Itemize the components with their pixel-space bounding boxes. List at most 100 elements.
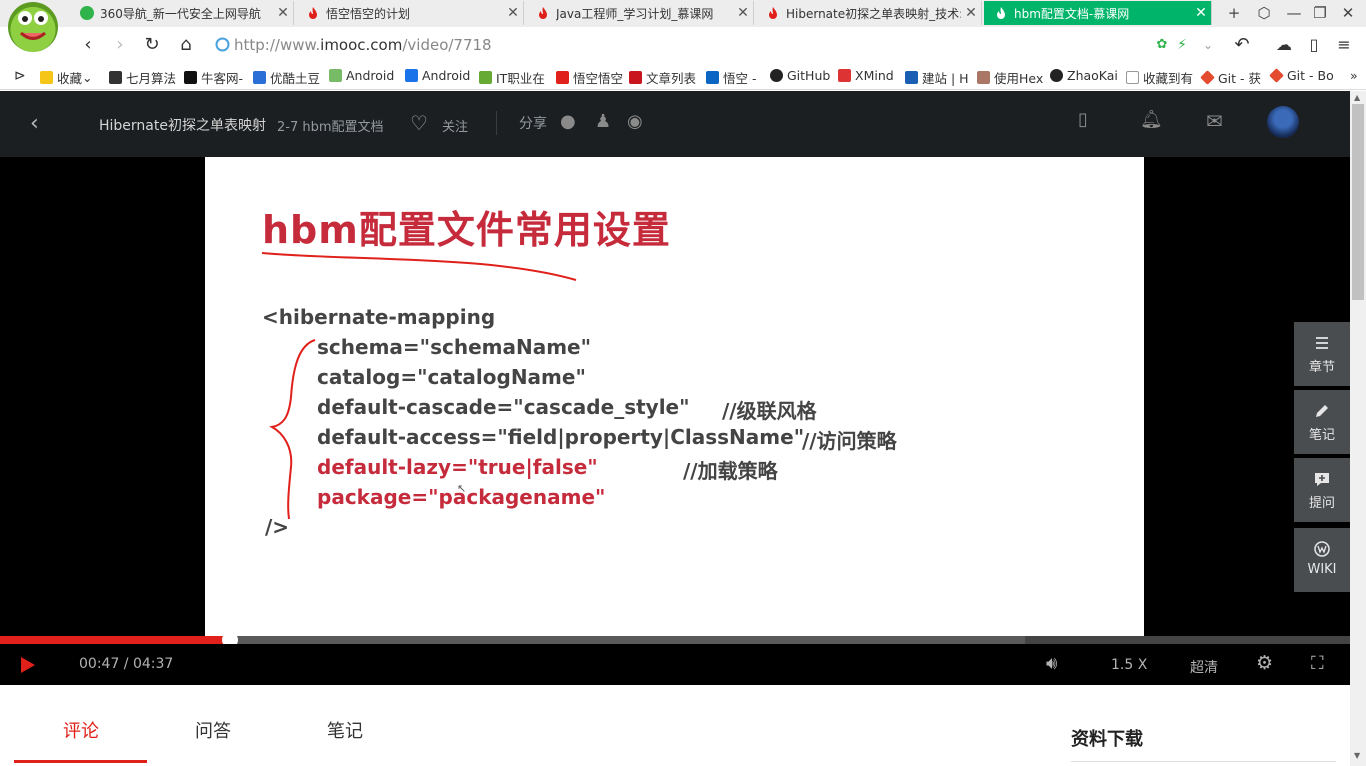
- video-player[interactable]: hbm配置文件常用设置 <hibernate-mapping schema="s…: [0, 157, 1350, 685]
- dropdown-icon[interactable]: ⌄: [1196, 33, 1220, 57]
- undo-icon[interactable]: ↶: [1230, 33, 1254, 57]
- scroll-up-icon[interactable]: ▲: [1354, 93, 1360, 102]
- tab-notes[interactable]: 笔记: [327, 717, 363, 743]
- home-icon[interactable]: ⌂: [174, 33, 198, 57]
- close-icon[interactable]: ✕: [273, 5, 293, 21]
- quality-control[interactable]: 超清: [1190, 657, 1218, 677]
- time-display: 00:47 / 04:37: [79, 656, 174, 672]
- rail-chapters[interactable]: 章节: [1294, 322, 1350, 386]
- browser-tab[interactable]: Java工程师_学习计划_慕课网 ✕: [526, 1, 754, 25]
- bell-icon[interactable]: 🔔︎: [1140, 109, 1163, 130]
- reload-icon[interactable]: ↻: [140, 33, 164, 57]
- rail-notes[interactable]: 笔记: [1294, 390, 1350, 454]
- browser-tab[interactable]: 360导航_新一代安全上网导航 ✕: [70, 1, 294, 25]
- close-icon[interactable]: ✕: [503, 5, 523, 21]
- slide-title: hbm配置文件常用设置: [262, 208, 671, 252]
- course-title[interactable]: Hibernate初探之单表映射: [99, 115, 266, 135]
- scroll-down-icon[interactable]: ▼: [1354, 751, 1360, 760]
- rail-label: 笔记: [1308, 428, 1335, 443]
- avatar[interactable]: [1267, 106, 1299, 138]
- heart-icon[interactable]: ♡: [410, 111, 428, 135]
- bracket-annotation: [269, 339, 316, 520]
- back-arrow-icon[interactable]: ‹: [30, 111, 39, 136]
- nowcoder-icon: [184, 71, 197, 84]
- fullscreen-icon[interactable]: ⛶: [1311, 653, 1324, 674]
- lesson-title: 2-7 hbm配置文档: [277, 120, 384, 135]
- close-icon[interactable]: ✕: [961, 5, 981, 21]
- browser-tab-active[interactable]: hbm配置文档-慕课网 ✕: [984, 1, 1212, 25]
- bookmark-item[interactable]: 使用Hex: [977, 68, 1043, 87]
- follow-label[interactable]: 关注: [442, 116, 468, 135]
- bookmark-item[interactable]: 七月算法: [109, 68, 176, 87]
- tab-title: 360导航_新一代安全上网导航: [100, 6, 261, 21]
- close-icon[interactable]: ✕: [1191, 5, 1211, 21]
- tab-qa[interactable]: 问答: [195, 717, 231, 743]
- bookmarks-toggle-icon[interactable]: ⊳: [14, 68, 26, 84]
- bookmark-item[interactable]: Android: [405, 68, 470, 83]
- wechat-icon[interactable]: ●: [560, 111, 576, 132]
- tablet-icon[interactable]: ▯: [1302, 33, 1326, 57]
- menu-icon[interactable]: ≡: [1332, 33, 1356, 57]
- bookmark-item[interactable]: 文章列表: [629, 68, 696, 87]
- bookmark-item[interactable]: XMind: [838, 68, 894, 83]
- csdn-icon: [629, 71, 642, 84]
- window-close-icon[interactable]: ✕: [1334, 3, 1362, 23]
- bookmark-item[interactable]: 牛客网-: [184, 68, 243, 87]
- mail-icon[interactable]: ✉: [1206, 109, 1223, 133]
- volume-icon[interactable]: 🔊︎: [1046, 653, 1057, 674]
- bookmark-item[interactable]: Git - 获: [1200, 68, 1261, 87]
- star-icon: [40, 71, 53, 84]
- browser-tab[interactable]: 悟空悟空的计划 ✕: [296, 1, 524, 25]
- bookmark-item[interactable]: ZhaoKai: [1050, 68, 1118, 83]
- more-bookmarks-icon[interactable]: »: [1350, 68, 1358, 83]
- back-icon[interactable]: ‹: [76, 33, 100, 57]
- tab-title: hbm配置文档-慕课网: [1014, 6, 1130, 21]
- new-tab-icon[interactable]: +: [1220, 3, 1248, 23]
- code-line: />: [265, 515, 290, 539]
- bookmarks-bar: ⊳ 收藏 ⌄ 七月算法 牛客网- 优酷土豆 Android Android IT职…: [0, 63, 1366, 90]
- android-icon: [329, 69, 342, 82]
- url-input[interactable]: http://www.imooc.com/video/7718: [212, 34, 1222, 56]
- bookmark-item[interactable]: 建站 | H: [905, 68, 969, 87]
- browser-logo[interactable]: [8, 2, 58, 52]
- bookmark-item[interactable]: IT职业在: [479, 68, 545, 87]
- forward-icon[interactable]: ›: [108, 33, 132, 57]
- browser-tab[interactable]: Hibernate初探之单表映射_技术: ✕: [756, 1, 982, 25]
- restore-tab-icon[interactable]: ⬡: [1250, 3, 1278, 23]
- code-line: default-lazy="true|false": [317, 455, 598, 479]
- speed-control[interactable]: 1.5 X: [1111, 657, 1147, 673]
- bookmark-item[interactable]: 悟空 -: [706, 68, 756, 87]
- rail-questions[interactable]: 提问: [1294, 458, 1350, 522]
- github-icon: [770, 69, 783, 82]
- maximize-icon[interactable]: ❐: [1306, 3, 1334, 23]
- tab-title: Java工程师_学习计划_慕课网: [556, 6, 714, 21]
- rail-label: WIKI: [1307, 562, 1337, 577]
- browser-tab-bar: 360导航_新一代安全上网导航 ✕ 悟空悟空的计划 ✕ Java工程师_学习计划…: [0, 0, 1366, 27]
- speed-icon[interactable]: ⚡: [1170, 33, 1194, 57]
- cloud-icon[interactable]: ☁: [1272, 33, 1296, 57]
- bookmark-item[interactable]: Git - Bo: [1269, 68, 1334, 83]
- git-icon: [1269, 68, 1284, 83]
- bookmark-item[interactable]: 收藏 ⌄: [40, 68, 93, 87]
- close-icon[interactable]: ✕: [733, 5, 753, 21]
- minimize-icon[interactable]: —: [1280, 3, 1308, 23]
- bookmark-item[interactable]: 优酷土豆: [253, 68, 320, 87]
- mobile-icon[interactable]: ▯: [1078, 109, 1088, 130]
- scrollbar-thumb[interactable]: [1352, 104, 1364, 300]
- rail-wiki[interactable]: WIKI: [1294, 528, 1350, 592]
- video-header: ‹ Hibernate初探之单表映射 2-7 hbm配置文档 ♡ 关注 分享 ●…: [0, 91, 1350, 157]
- bookmark-item[interactable]: 收藏到有: [1126, 68, 1193, 87]
- settings-icon[interactable]: ⚙: [1256, 652, 1273, 674]
- weibo-icon[interactable]: ◉: [627, 111, 643, 132]
- play-icon[interactable]: [19, 656, 37, 674]
- rail-label: 章节: [1308, 360, 1335, 375]
- page-icon: [1126, 71, 1139, 84]
- downloads-heading: 资料下载: [1071, 729, 1143, 750]
- bookmark-item[interactable]: 悟空悟空: [556, 68, 623, 87]
- underline-annotation: [261, 252, 577, 281]
- qq-icon[interactable]: ♟: [595, 111, 611, 132]
- bookmark-item[interactable]: Android: [329, 68, 394, 83]
- tab-comments[interactable]: 评论: [63, 717, 99, 743]
- divider: [496, 111, 497, 135]
- bookmark-item[interactable]: GitHub: [770, 68, 830, 83]
